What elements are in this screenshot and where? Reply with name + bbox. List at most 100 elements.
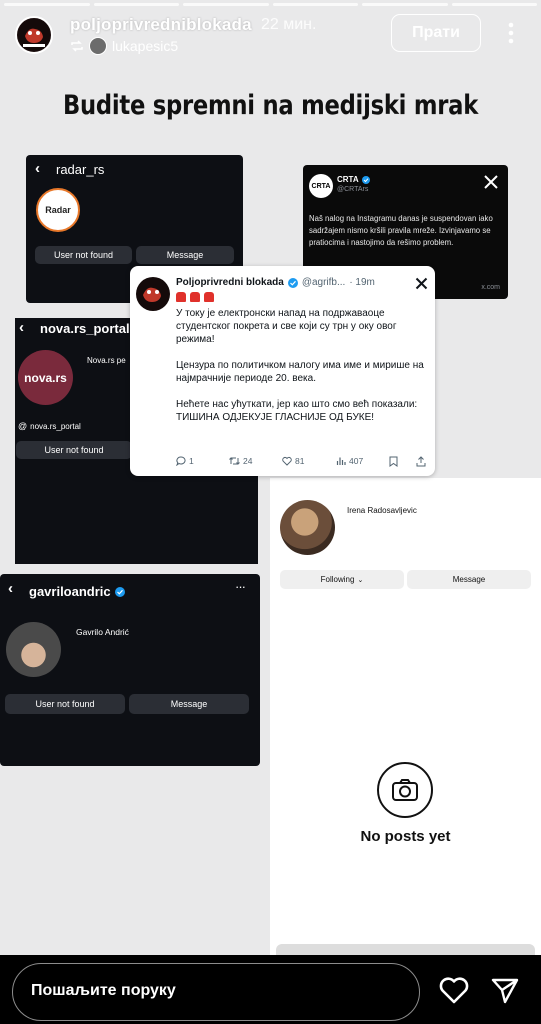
- crta-display-name: CRTA: [337, 175, 359, 184]
- repost-icon: [71, 40, 83, 52]
- progress-segment: [272, 3, 358, 6]
- story-time: 22 мин.: [261, 16, 317, 33]
- back-arrow-icon: ‹: [35, 160, 40, 177]
- tweet-author: Poljoprivredni blokada: [176, 277, 284, 288]
- nova-username: nova.rs_portal: [40, 321, 130, 336]
- no-posts-text: No posts yet: [360, 828, 451, 845]
- follow-button[interactable]: Прати: [391, 14, 481, 52]
- tweet-handle: @agrifb...: [301, 277, 346, 288]
- verified-badge-icon: [361, 175, 370, 184]
- progress-segment: [93, 3, 179, 6]
- x-logo-icon: [415, 277, 428, 290]
- gavrilo-display-name: Gavrilo Andrić: [76, 627, 129, 637]
- story-header: poljoprivredniblokada 22 мин. lukapesic5…: [0, 10, 541, 60]
- radar-username: radar_rs: [56, 162, 105, 177]
- views-action: 407: [336, 456, 363, 466]
- story-frame[interactable]: poljoprivredniblokada 22 мин. lukapesic5…: [0, 0, 541, 955]
- views-count: 407: [349, 456, 364, 466]
- heart-icon: [439, 977, 469, 1004]
- user-not-found-button: User not found: [5, 694, 125, 714]
- verified-badge-icon: [287, 277, 298, 288]
- tweet-paragraph: Нећете нас ућуткати, јер као што смо већ…: [176, 399, 418, 423]
- siren-emoji-row: [176, 292, 214, 302]
- heart-icon: [282, 456, 292, 466]
- reply-icon: [176, 456, 186, 466]
- user-not-found-button: User not found: [35, 246, 132, 264]
- like-count: 81: [295, 456, 305, 466]
- gavrilo-name-row: gavriloandric: [29, 584, 125, 599]
- blockade-logo-icon: [18, 19, 50, 51]
- crta-handle: @CRTArs: [337, 186, 369, 193]
- user-not-found-button: User not found: [16, 441, 132, 459]
- gavrilo-username: gavriloandric: [29, 584, 111, 599]
- share-icon: [416, 456, 426, 467]
- chevron-down-icon: ⌄: [357, 576, 364, 584]
- story-progress-bar: [0, 3, 541, 6]
- progress-segment: [451, 3, 537, 6]
- back-arrow-icon: ‹: [19, 319, 24, 336]
- x-logo-icon: [484, 175, 498, 189]
- story-title: Budite spremni na medijski mrak: [62, 90, 479, 121]
- irena-display-name: Irena Radosavljevic: [347, 506, 417, 515]
- tweet-body: У току је електронски напад на подржавао…: [176, 307, 426, 424]
- irena-profile-card: Irena Radosavljevic Following ⌄ Message …: [270, 478, 541, 955]
- nova-logo-text: nova.rs: [24, 370, 67, 385]
- reply-action: 1: [176, 456, 194, 466]
- siren-icon: [190, 292, 200, 302]
- gavrilo-avatar: [6, 622, 61, 677]
- message-button: Message: [136, 246, 234, 264]
- message-button: Message: [407, 570, 531, 589]
- more-options-icon[interactable]: [500, 20, 522, 46]
- irena-avatar: [280, 500, 335, 555]
- tweet-author-row: Poljoprivredni blokada @agrifb... · 19m: [176, 277, 375, 288]
- radar-logo-text: Radar: [45, 205, 71, 215]
- back-arrow-icon: ‹: [8, 580, 13, 597]
- like-action: 81: [282, 456, 304, 466]
- crta-body: Naš nalog na Instagramu danas je suspend…: [309, 214, 493, 247]
- nova-display-name: Nova.rs pe: [87, 356, 126, 365]
- following-button: Following ⌄: [280, 570, 404, 589]
- retweet-icon: [229, 457, 240, 465]
- progress-segment: [183, 3, 269, 6]
- story-username[interactable]: poljoprivredniblokada: [70, 15, 252, 35]
- nova-threads-link: @ nova.rs_portal: [18, 421, 81, 431]
- message-button: Message: [129, 694, 249, 714]
- views-icon: [336, 457, 346, 465]
- crta-logo: CRTA: [309, 174, 333, 198]
- more-options-icon: ···: [235, 579, 246, 594]
- blokada-tweet-card: Poljoprivredni blokada @agrifb... · 19m …: [130, 266, 435, 476]
- repost-attribution[interactable]: lukapesic5: [70, 37, 178, 55]
- tweet-paragraph: Цензура по политичком налогу има име и м…: [176, 360, 424, 384]
- nova-threads-handle: nova.rs_portal: [30, 421, 81, 431]
- like-story-button[interactable]: [438, 975, 472, 1007]
- crta-footer: x.com: [481, 284, 500, 291]
- tweet-avatar: [136, 277, 170, 311]
- share-story-button[interactable]: [489, 975, 523, 1007]
- verified-badge-icon: [114, 586, 125, 597]
- repost-avatar: [89, 37, 107, 55]
- send-message-input[interactable]: Пошаљите поруку: [12, 963, 420, 1021]
- nova-logo: nova.rs: [18, 350, 73, 405]
- tweet-actions: 1 24 81 407: [176, 456, 428, 470]
- siren-icon: [204, 292, 214, 302]
- avatar[interactable]: [15, 16, 53, 54]
- card-scroll-indicator: [276, 944, 535, 955]
- bookmark-icon: [389, 456, 398, 467]
- story-reply-bar: Пошаљите поруку: [0, 955, 541, 1024]
- reply-count: 1: [189, 456, 194, 466]
- tweet-paragraph: У току је електронски напад на подржавао…: [176, 308, 397, 345]
- retweet-action: 24: [229, 456, 252, 466]
- send-icon: [491, 978, 519, 1004]
- camera-icon: [377, 762, 433, 818]
- following-label: Following: [320, 575, 355, 584]
- repost-username[interactable]: lukapesic5: [112, 38, 178, 54]
- crta-logo-text: CRTA: [311, 182, 331, 190]
- progress-segment: [362, 3, 448, 6]
- tweet-time: · 19m: [349, 277, 375, 288]
- gavrilo-profile-card: ‹ gavriloandric ··· Gavrilo Andrić User …: [0, 574, 260, 766]
- threads-icon: @: [18, 421, 28, 431]
- progress-segment: [4, 3, 90, 6]
- send-message-placeholder: Пошаљите поруку: [31, 982, 176, 999]
- blockade-logo-icon: [143, 287, 161, 302]
- crta-name-row: CRTA: [337, 175, 370, 184]
